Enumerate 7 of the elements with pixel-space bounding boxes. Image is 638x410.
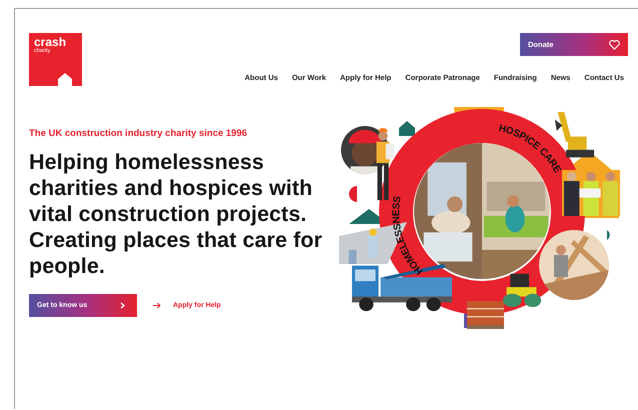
tagline: The UK construction industry charity since 1996 — [29, 128, 248, 139]
arrow-icon — [153, 302, 161, 309]
logo-name: crash — [34, 36, 66, 48]
chevron-icon — [120, 302, 125, 309]
heart-icon — [609, 40, 620, 50]
house-icon — [58, 73, 72, 86]
hero-heading: Helping homelessness charities and hospices with vital construction projects. Creating places that care for people. — [29, 149, 324, 279]
